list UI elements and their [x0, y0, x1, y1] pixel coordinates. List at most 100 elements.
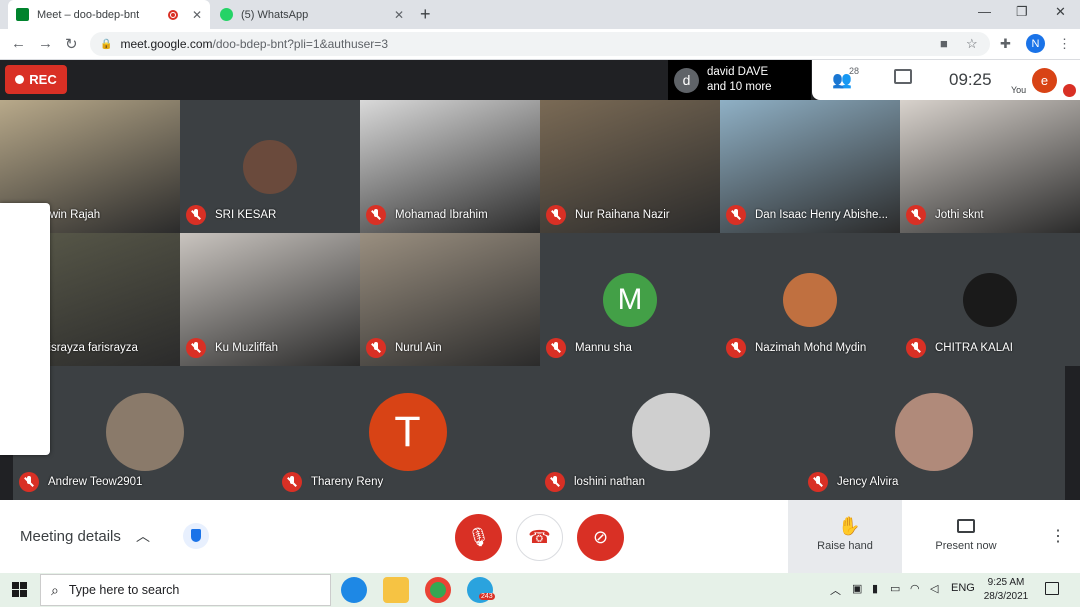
notification-icon[interactable]	[1045, 582, 1059, 595]
camera-toggle-button[interactable]: ⊘	[577, 514, 624, 561]
participant-tile[interactable]: T Thareny Reny	[276, 366, 539, 500]
participant-tile[interactable]: Nazimah Mohd Mydin	[720, 233, 900, 366]
tab-meet-title: Meet – doo-bdep-bnt	[37, 8, 140, 21]
participant-avatar: M	[603, 273, 657, 327]
mic-muted-icon	[282, 472, 302, 492]
participant-tile[interactable]: Nur Raihana Nazir	[540, 100, 720, 233]
tray-meet-icon[interactable]: ▣	[852, 582, 862, 595]
participant-name: Mohamad Ibrahim	[395, 209, 488, 221]
participant-avatar	[243, 140, 297, 194]
browser-menu-icon[interactable]: ⋮	[1058, 36, 1071, 52]
mic-muted-icon	[186, 205, 206, 225]
close-icon[interactable]: ✕	[192, 8, 202, 22]
participant-name-row: Jency Alvira	[808, 472, 898, 492]
maximize-icon[interactable]: ❐	[1016, 4, 1028, 20]
participant-tile[interactable]: Jothi sknt	[900, 100, 1080, 233]
more-options-icon[interactable]: ⋮	[1050, 526, 1066, 546]
mic-toggle-button[interactable]: 🎙	[455, 514, 502, 561]
present-now-button[interactable]: Present now	[904, 500, 1028, 573]
browser-toolbar: ← → ↻ 🔒 meet.google.com/doo-bdep-bnt?pli…	[0, 29, 1080, 60]
meeting-details-button[interactable]: Meeting details	[20, 528, 121, 545]
participant-tile[interactable]: Ku Muzliffah	[180, 233, 360, 366]
participant-name-row: Ku Muzliffah	[186, 338, 278, 358]
participant-tile[interactable]: SRI KESAR	[180, 100, 360, 233]
whatsapp-icon	[220, 8, 233, 21]
forward-icon[interactable]: →	[38, 35, 53, 52]
mic-muted-icon	[366, 338, 386, 358]
hangup-icon: ☎	[528, 527, 551, 547]
host-controls-shield-icon[interactable]	[183, 523, 209, 549]
edge-icon[interactable]	[341, 577, 367, 603]
tab-whatsapp[interactable]: (5) WhatsApp ✕	[212, 0, 412, 29]
chrome-icon[interactable]	[425, 577, 451, 603]
participant-tile[interactable]: Jency Alvira	[802, 366, 1065, 500]
tray-chevron-icon[interactable]: ︿	[830, 582, 841, 598]
extensions-icon[interactable]: ✚	[1000, 36, 1011, 52]
participant-name-row: Nurul Ain	[366, 338, 442, 358]
wifi-icon[interactable]: ◠	[910, 582, 920, 595]
mic-muted-icon	[906, 205, 926, 225]
participant-name: Jothi sknt	[935, 209, 984, 221]
back-icon[interactable]: ←	[11, 35, 26, 52]
meet-top-bar: REC d david DAVE and 10 more 👥 28 09:25 …	[0, 60, 1080, 100]
bookmark-star-icon[interactable]: ☆	[966, 36, 978, 52]
participant-tile[interactable]: Mohamad Ibrahim	[360, 100, 540, 233]
recording-icon	[167, 9, 178, 20]
participant-name: Nur Raihana Nazir	[575, 209, 670, 221]
leave-call-button[interactable]: ☎	[516, 514, 563, 561]
side-panel[interactable]	[0, 203, 50, 455]
profile-avatar[interactable]: N	[1026, 34, 1045, 53]
windows-taskbar: ⌕ Type here to search 243 ︿ ▣ ▮ ▭ ◠ ◁ EN…	[0, 573, 1080, 607]
address-bar[interactable]: 🔒 meet.google.com/doo-bdep-bnt?pli=1&aut…	[90, 32, 990, 56]
url-path: /doo-bdep-bnt?pli=1&authuser=3	[212, 37, 388, 51]
self-muted-icon	[1063, 84, 1076, 97]
speaker-avatar: d	[674, 67, 699, 93]
recording-badge[interactable]: REC	[5, 65, 67, 94]
participant-name: loshini nathan	[574, 476, 645, 488]
participant-name-row: Jothi sknt	[906, 205, 984, 225]
taskbar-search[interactable]: ⌕ Type here to search	[40, 574, 331, 606]
participant-name-row: SRI KESAR	[186, 205, 276, 225]
participant-tile[interactable]: Nurul Ain	[360, 233, 540, 366]
close-icon[interactable]: ✕	[394, 8, 404, 22]
mic-muted-icon	[808, 472, 828, 492]
participant-tile[interactable]: Dan Isaac Henry Abishe...	[720, 100, 900, 233]
rec-dot-icon	[15, 75, 25, 84]
tab-meet[interactable]: Meet – doo-bdep-bnt ✕	[8, 0, 210, 29]
active-speakers: d david DAVE and 10 more	[668, 60, 811, 100]
tray-usb-icon[interactable]: ▮	[872, 582, 878, 595]
new-tab-button[interactable]: +	[420, 4, 431, 25]
chat-icon[interactable]	[894, 69, 912, 84]
windows-start-icon[interactable]	[12, 582, 28, 598]
camera-off-icon: ⊘	[592, 527, 609, 547]
present-icon	[957, 519, 975, 533]
participant-name: Nurul Ain	[395, 342, 442, 354]
participant-tile[interactable]: CHITRA KALAI	[900, 233, 1080, 366]
participant-tile[interactable]: M Mannu sha	[540, 233, 720, 366]
camera-blocked-icon[interactable]: ■	[940, 36, 948, 51]
participant-name-row: Nur Raihana Nazir	[546, 205, 670, 225]
volume-icon[interactable]: ◁	[930, 582, 938, 595]
language-indicator[interactable]: ENG	[951, 582, 975, 594]
participant-name-row: Andrew Teow2901	[19, 472, 142, 492]
participant-tile[interactable]: loshini nathan	[539, 366, 802, 500]
self-avatar: e	[1032, 68, 1057, 93]
hand-icon: ✋	[838, 516, 861, 536]
browser-tabstrip: Meet – doo-bdep-bnt ✕ (5) WhatsApp ✕ + —…	[0, 0, 1080, 29]
reload-icon[interactable]: ↻	[65, 35, 78, 53]
meet-controls: Meeting details ︿ 🎙 ☎ ⊘ ✋ Raise hand Pre…	[0, 500, 1080, 573]
participant-name-row: CHITRA KALAI	[906, 338, 1013, 358]
participant-name-row: Dan Isaac Henry Abishe...	[726, 205, 888, 225]
chevron-up-icon[interactable]: ︿	[136, 526, 150, 546]
battery-icon[interactable]: ▭	[890, 582, 900, 595]
raise-hand-button[interactable]: ✋ Raise hand	[788, 500, 902, 573]
minimize-icon[interactable]: —	[978, 4, 991, 19]
taskbar-clock[interactable]: 9:25 AM 28/3/2021	[978, 576, 1034, 604]
mic-muted-icon	[366, 205, 386, 225]
taskbar-date: 28/3/2021	[983, 591, 1029, 602]
self-label: You	[1011, 85, 1027, 95]
window-close-icon[interactable]: ✕	[1055, 4, 1066, 20]
participant-tile[interactable]: Andrew Teow2901	[13, 366, 276, 500]
file-explorer-icon[interactable]	[383, 577, 409, 603]
taskbar-time: 9:25 AM	[987, 577, 1025, 588]
